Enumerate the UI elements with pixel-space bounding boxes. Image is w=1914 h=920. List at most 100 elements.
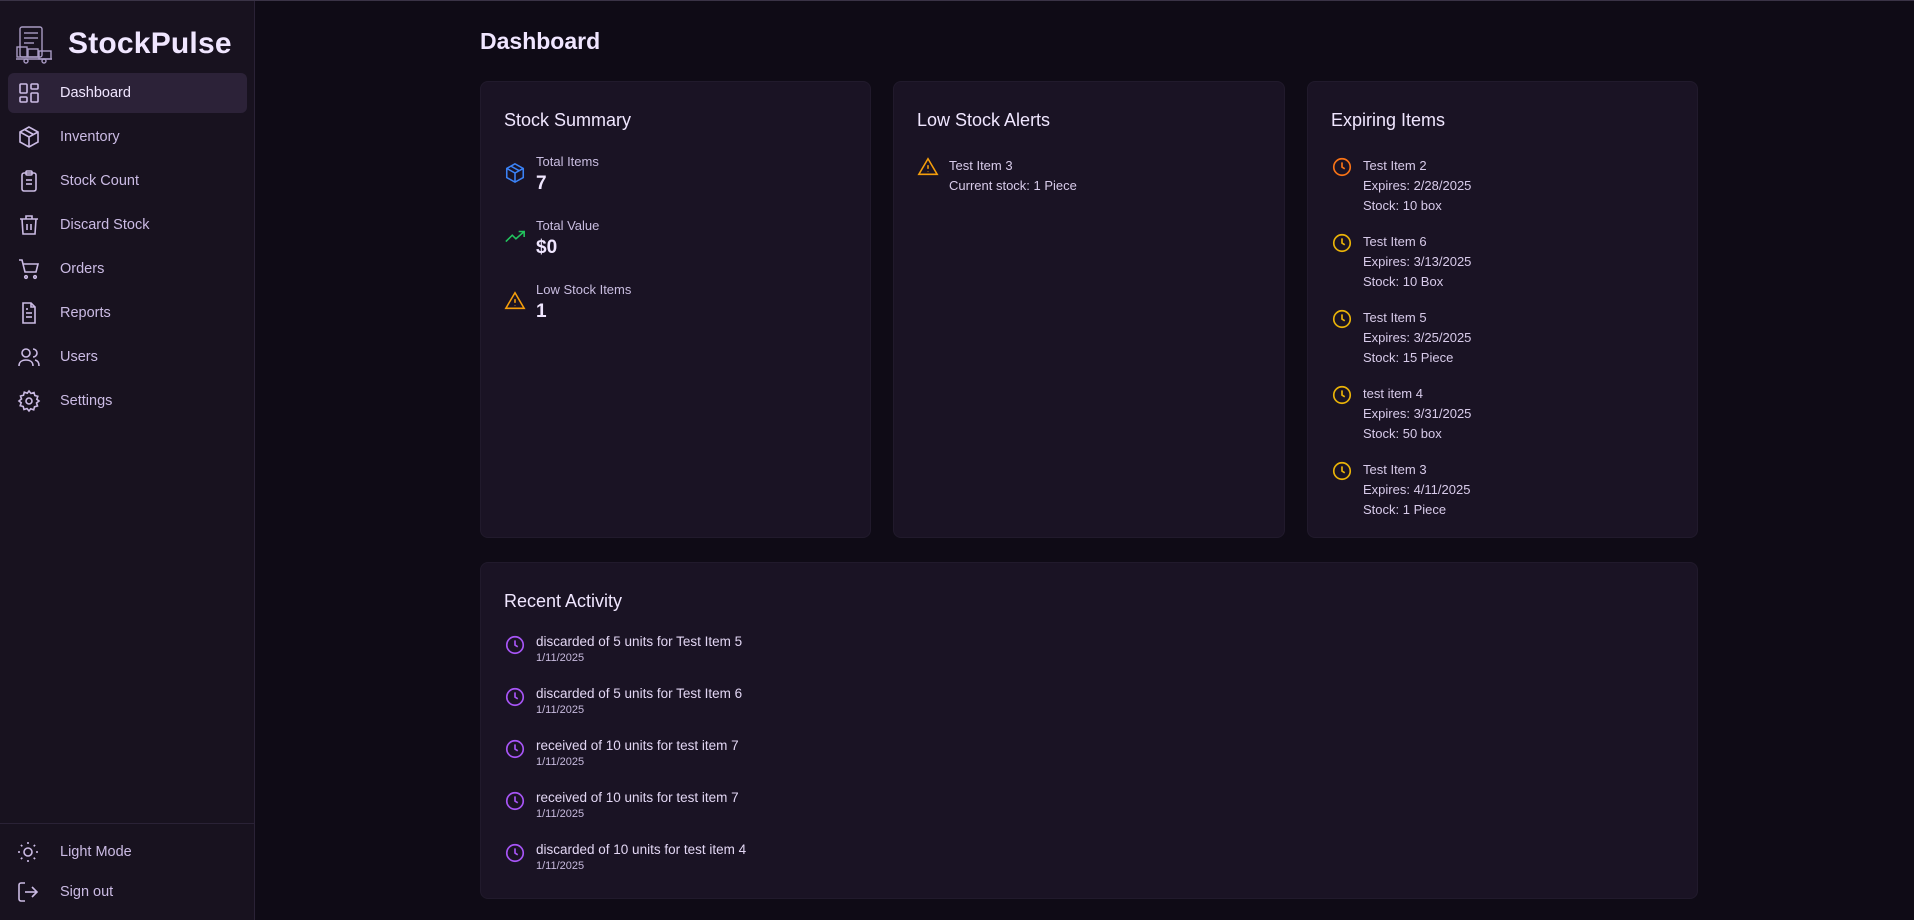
sidebar-item-label: Reports: [60, 305, 111, 321]
expiring-item[interactable]: Test Item 2 Expires: 2/28/2025 Stock: 10…: [1331, 156, 1471, 232]
light-mode-label: Light Mode: [60, 844, 132, 860]
card-title: Low Stock Alerts: [917, 110, 1051, 130]
clock-icon: [505, 739, 525, 759]
expiring-items-card: Expiring Items Test Item 2 Expires: 2/28…: [1307, 81, 1698, 538]
sign-out-button[interactable]: Sign out: [0, 872, 254, 912]
stat-label: Total Items: [536, 154, 599, 169]
sign-out-icon: [18, 882, 39, 902]
logo-icon: [16, 26, 52, 64]
sidebar-footer: Light Mode Sign out: [0, 823, 254, 912]
activity-text: discarded of 5 units for Test Item 6: [536, 686, 743, 701]
expiring-item[interactable]: test item 4 Expires: 3/31/2025 Stock: 50…: [1331, 384, 1471, 460]
clock-icon: [1332, 233, 1352, 253]
low-stock-alert-item[interactable]: Test Item 3 Current stock: 1 Piece: [917, 156, 1077, 196]
box-icon: [19, 126, 39, 148]
box-icon: [505, 162, 525, 184]
sidebar-item-label: Users: [60, 349, 98, 365]
expiring-item-stock: Stock: 10 box: [1363, 198, 1442, 213]
sidebar-item-inventory[interactable]: Inventory: [8, 117, 247, 157]
warning-icon: [504, 291, 526, 310]
stat-value: 1: [536, 301, 547, 322]
stat-label: Low Stock Items: [536, 282, 632, 297]
sidebar-nav: Dashboard Inventory Stock Count Discard …: [8, 73, 247, 425]
document-icon: [22, 302, 36, 324]
sun-icon: [18, 842, 38, 862]
alert-item-name: Test Item 3: [949, 158, 1013, 173]
expiring-item-expires: Expires: 3/31/2025: [1363, 406, 1472, 421]
expiring-item-expires: Expires: 4/11/2025: [1363, 482, 1471, 497]
expiring-item[interactable]: Test Item 5 Expires: 3/25/2025 Stock: 15…: [1331, 308, 1471, 384]
sidebar: StockPulse Dashboard Inventory Stock Cou…: [0, 1, 255, 920]
sidebar-item-label: Settings: [60, 393, 113, 409]
activity-date: 1/11/2025: [536, 756, 585, 768]
light-mode-toggle[interactable]: Light Mode: [0, 832, 254, 872]
activity-item[interactable]: discarded of 10 units for test item 4 1/…: [504, 841, 746, 893]
expiring-item-stock: Stock: 50 box: [1363, 426, 1442, 441]
stock-summary-card: Stock Summary Total Items 7 Total Value …: [480, 81, 871, 538]
stat-label: Total Value: [536, 218, 600, 233]
activity-item[interactable]: discarded of 5 units for Test Item 5 1/1…: [504, 633, 746, 685]
expiring-item-stock: Stock: 1 Piece: [1363, 502, 1447, 517]
expiring-item-name: Test Item 5: [1363, 310, 1427, 325]
app-name: StockPulse: [68, 27, 232, 60]
activity-item[interactable]: received of 10 units for test item 7 1/1…: [504, 789, 746, 841]
clock-icon: [505, 843, 525, 863]
sidebar-item-dashboard[interactable]: Dashboard: [8, 73, 247, 113]
stat-low-stock-items: Low Stock Items 1: [504, 282, 631, 323]
sidebar-item-users[interactable]: Users: [8, 337, 247, 377]
clock-icon: [1332, 385, 1352, 405]
users-icon: [18, 348, 40, 367]
activity-date: 1/11/2025: [536, 808, 585, 820]
stat-total-items: Total Items 7: [504, 154, 599, 195]
warning-icon: [917, 157, 939, 176]
expiring-items-list: Test Item 2 Expires: 2/28/2025 Stock: 10…: [1331, 156, 1471, 536]
expiring-item-expires: Expires: 3/13/2025: [1363, 254, 1472, 269]
expiring-item-expires: Expires: 2/28/2025: [1363, 178, 1472, 193]
page-title: Dashboard: [480, 28, 601, 54]
expiring-item[interactable]: Test Item 6 Expires: 3/13/2025 Stock: 10…: [1331, 232, 1471, 308]
sidebar-item-stock-count[interactable]: Stock Count: [8, 161, 247, 201]
sidebar-item-label: Dashboard: [60, 85, 131, 101]
stat-value: $0: [536, 237, 558, 258]
clock-icon: [505, 635, 525, 655]
cart-icon: [19, 259, 40, 280]
clock-icon: [505, 791, 525, 811]
expiring-item-name: Test Item 2: [1363, 158, 1427, 173]
stat-total-value: Total Value $0: [504, 218, 599, 259]
activity-text: discarded of 5 units for Test Item 5: [536, 634, 743, 649]
card-title: Stock Summary: [504, 110, 632, 130]
brand[interactable]: StockPulse: [14, 23, 232, 65]
sidebar-item-label: Orders: [60, 261, 105, 277]
clock-icon: [1332, 461, 1352, 481]
expiring-item-name: Test Item 3: [1363, 462, 1427, 477]
window-top-border: [0, 0, 1914, 1]
clock-icon: [1332, 309, 1352, 329]
stat-value: 7: [536, 173, 547, 194]
sidebar-item-settings[interactable]: Settings: [8, 381, 247, 421]
activity-date: 1/11/2025: [536, 704, 585, 716]
clock-icon: [1332, 157, 1352, 177]
activity-list: discarded of 5 units for Test Item 5 1/1…: [504, 633, 746, 893]
sidebar-item-label: Discard Stock: [60, 217, 150, 233]
activity-item[interactable]: discarded of 5 units for Test Item 6 1/1…: [504, 685, 746, 737]
clock-icon: [505, 687, 525, 707]
activity-date: 1/11/2025: [536, 860, 585, 872]
sidebar-item-orders[interactable]: Orders: [8, 249, 247, 289]
recent-activity-card: Recent Activity discarded of 5 units for…: [480, 562, 1698, 899]
card-title: Expiring Items: [1331, 110, 1446, 130]
activity-item[interactable]: received of 10 units for test item 7 1/1…: [504, 737, 746, 789]
grid-icon: [19, 83, 39, 103]
expiring-item-name: Test Item 6: [1363, 234, 1427, 249]
sidebar-item-discard-stock[interactable]: Discard Stock: [8, 205, 247, 245]
activity-text: received of 10 units for test item 7: [536, 738, 739, 753]
activity-date: 1/11/2025: [536, 652, 585, 664]
activity-text: received of 10 units for test item 7: [536, 790, 739, 805]
expiring-item-name: test item 4: [1363, 386, 1423, 401]
sidebar-item-label: Inventory: [60, 129, 120, 145]
gear-icon: [17, 389, 41, 413]
card-title: Recent Activity: [504, 591, 623, 611]
expiring-item[interactable]: Test Item 3 Expires: 4/11/2025 Stock: 1 …: [1331, 460, 1471, 536]
sign-out-label: Sign out: [60, 884, 114, 900]
expiring-item-stock: Stock: 10 Box: [1363, 274, 1444, 289]
sidebar-item-reports[interactable]: Reports: [8, 293, 247, 333]
